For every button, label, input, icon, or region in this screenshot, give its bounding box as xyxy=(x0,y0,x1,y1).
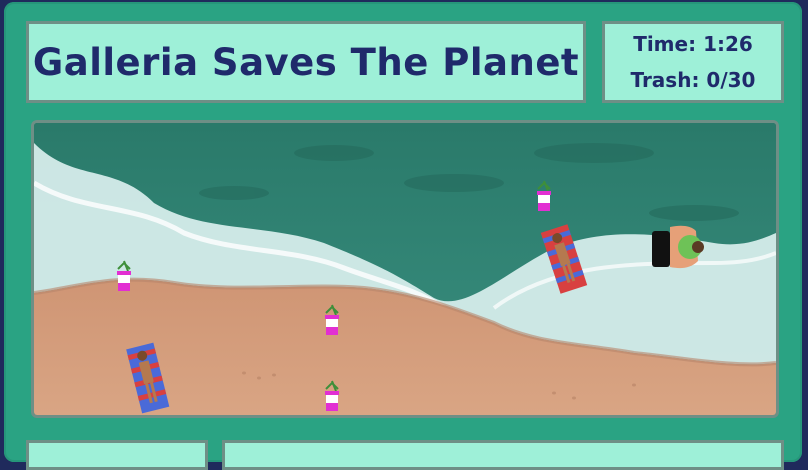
timer-value: 1:26 xyxy=(703,32,753,56)
trash-counter-value: 0/30 xyxy=(706,68,756,92)
stats-panel: Time: 1:26 Trash: 0/30 xyxy=(602,21,784,103)
trash-cup-icon[interactable] xyxy=(320,379,344,413)
sunbather-towel-icon xyxy=(126,342,170,414)
beach-playfield[interactable] xyxy=(31,120,779,418)
trash-counter-row: Trash: 0/30 xyxy=(631,62,756,98)
title-panel: Galleria Saves The Planet xyxy=(26,21,586,103)
trash-cup-icon[interactable] xyxy=(112,259,136,293)
trash-cup-icon[interactable] xyxy=(320,303,344,337)
trash-counter-label: Trash: xyxy=(630,68,700,92)
game-title: Galleria Saves The Planet xyxy=(32,40,580,84)
trash-cup-icon[interactable] xyxy=(532,179,556,213)
timer-label: Time: xyxy=(633,32,697,56)
bottom-right-panel xyxy=(222,440,784,470)
player-topdown-icon[interactable] xyxy=(650,221,706,275)
bottom-left-panel xyxy=(26,440,208,470)
game-frame: Galleria Saves The Planet Time: 1:26 Tra… xyxy=(4,2,802,470)
sunbather-towel-icon xyxy=(540,224,588,294)
timer-row: Time: 1:26 xyxy=(633,26,753,62)
